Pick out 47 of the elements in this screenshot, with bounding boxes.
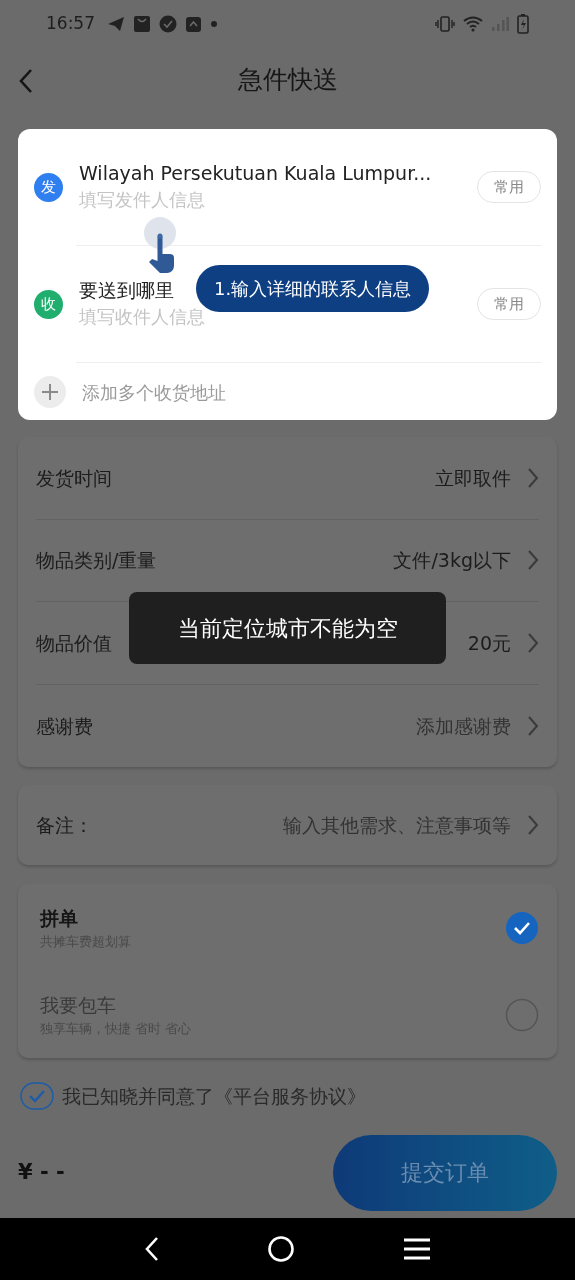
frequent-button[interactable]: 常用 [477, 287, 541, 321]
price-text: ¥ - - [18, 1158, 65, 1186]
detail-value[interactable]: 文件/3kg以下 [393, 546, 511, 575]
radio-unchecked[interactable] [505, 997, 539, 1032]
add-icon[interactable] [34, 376, 66, 408]
vibrate-icon [435, 16, 455, 32]
frequent-button[interactable]: 常用 [477, 170, 541, 204]
back-icon[interactable] [143, 1236, 160, 1262]
detail-label: 物品类别/重量 [36, 548, 157, 573]
chevron-right-icon [527, 466, 539, 489]
wifi-icon [463, 16, 483, 32]
guide-tooltip: 1.输入详细的联系人信息 [196, 265, 430, 312]
pointing-hand-icon [141, 216, 179, 274]
status-time: 16:57 [46, 12, 95, 36]
address-title[interactable]: Wilayah Persekutuan Kuala Lumpur... [79, 160, 461, 187]
chevron-right-icon [527, 714, 539, 737]
send-icon [107, 16, 125, 32]
check-circle-icon [159, 15, 177, 33]
app-icon [185, 15, 202, 33]
home-icon[interactable] [267, 1235, 296, 1263]
address-badge: 收 [34, 289, 63, 319]
dot-icon [210, 20, 218, 28]
agreement-checkbox[interactable] [20, 1082, 54, 1111]
add-address-link[interactable]: 添加多个收货地址 [82, 378, 226, 406]
address-hint[interactable]: 填写发件人信息 [79, 186, 461, 214]
detail-placeholder[interactable]: 添加感谢费 [416, 711, 511, 740]
remark-label: 备注： [36, 812, 93, 838]
agreement-link[interactable]: 《平台服务协议》 [214, 1085, 366, 1107]
detail-label: 发货时间 [36, 465, 112, 491]
toast-message: 当前定位城市不能为空 [129, 592, 446, 664]
chevron-right-icon [527, 814, 539, 836]
submit-button[interactable]: 提交订单 [333, 1134, 557, 1211]
battery-icon [517, 14, 529, 34]
page-title: 急件快送 [237, 64, 338, 97]
chevron-right-icon [527, 549, 539, 572]
agreement-text: 我已知晓并同意了《平台服务协议》 [62, 1084, 366, 1109]
detail-label: 感谢费 [36, 713, 93, 739]
detail-value[interactable]: 立即取件 [435, 463, 511, 492]
menu-icon[interactable] [403, 1238, 432, 1260]
radio-checked[interactable] [505, 910, 539, 945]
chevron-right-icon [527, 631, 539, 654]
remark-placeholder[interactable]: 输入其他需求、注意事项等 [283, 810, 511, 840]
bag-icon [133, 15, 151, 33]
address-badge: 发 [34, 172, 63, 202]
option-title[interactable]: 拼单 [40, 903, 131, 932]
detail-value[interactable]: 20元 [467, 628, 511, 657]
detail-label: 物品价值 [36, 630, 112, 656]
